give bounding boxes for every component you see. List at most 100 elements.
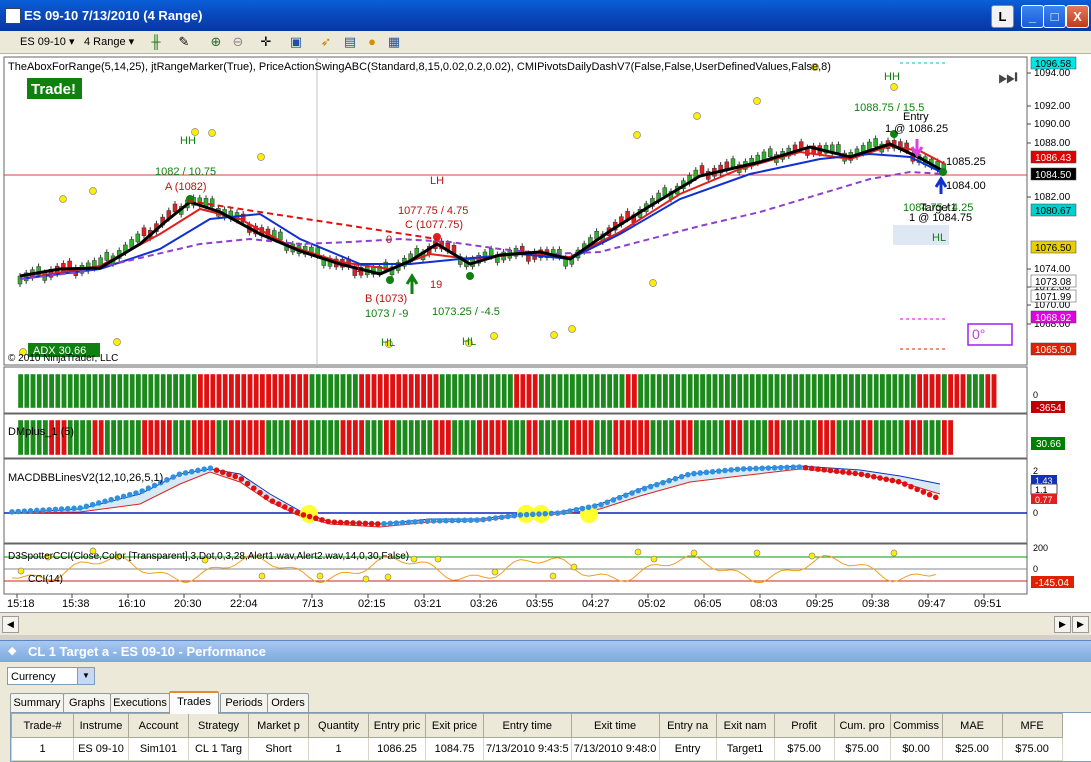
properties-icon[interactable]: ▣ [288,34,304,50]
signal-bar [879,373,886,409]
skip-to-end-icon[interactable]: ⏭ [998,64,1018,89]
table-row[interactable]: 1 ES 09-10 Sim101 CL 1 Targ Short 1 1086.25 108… [11,737,1063,761]
chart-area[interactable]: TheAboxForRange(5,14,25), jtRangeMarker(… [0,54,1091,612]
trades-grid[interactable]: Trade-# Instrume Account Strategy Market p Qu… [10,712,1091,762]
signal-bar [662,373,669,409]
tab-orders[interactable]: Orders [267,693,309,712]
column-header[interactable]: Account [128,713,189,738]
label-hl-value: 1073.25 / -4.5 [432,306,500,318]
signal-bar [898,373,904,409]
pencil-icon[interactable]: ✎ [176,34,192,50]
signal-bar [346,419,353,456]
window-title-bar[interactable]: ES 09-10 7/13/2010 (4 Range) L _ □ X [0,0,1091,31]
signal-bar [253,373,260,409]
macd-dot [437,518,443,524]
window-title: ES 09-10 7/13/2010 (4 Range) [24,8,203,23]
label-hl: HL [462,336,476,348]
interval-selector[interactable]: 4 Range ▾ [84,34,134,50]
chart-svg[interactable]: TheAboxForRange(5,14,25), jtRangeMarker(… [0,54,1091,612]
tab-graphs[interactable]: Graphs [63,693,111,712]
data-box-icon[interactable]: ▦ [386,34,402,50]
signal-bar [402,373,408,409]
signal-bar [761,373,768,409]
table-cell: $0.00 [889,737,943,761]
column-header[interactable]: Exit time [570,713,660,738]
signal-bar [991,373,997,409]
table-cell: $75.00 [833,737,891,761]
zoom-out-icon[interactable]: ⊖ [230,34,246,50]
column-header[interactable]: Market p [248,713,309,738]
table-cell: 1084.75 [425,737,484,761]
minimize-button[interactable]: _ [1021,5,1044,28]
panel-3-label: DMplus_1 (5) [8,426,74,438]
column-header[interactable]: Cum. pro [833,713,891,738]
column-header[interactable]: Trade-# [11,713,74,738]
signal-bar [687,373,693,409]
column-header[interactable]: Quantity [308,713,369,738]
dollar-icon[interactable]: ● [364,34,380,50]
tab-periods[interactable]: Periods [220,693,268,712]
signal-bar [631,373,638,409]
column-header[interactable]: Exit nam [715,713,775,738]
column-header[interactable]: MFE [1001,713,1063,738]
signal-bar [240,373,247,409]
price-bar [836,144,841,153]
column-header[interactable]: Entry time [483,713,572,738]
macd-dot [313,515,319,522]
column-header[interactable]: Entry na [658,713,717,738]
signal-bar [191,419,198,456]
scroll-right-icon[interactable]: ▶ [1054,616,1071,633]
maximize-button[interactable]: □ [1043,5,1066,28]
column-header[interactable]: Strategy [188,713,249,738]
performance-title-bar[interactable]: ◆ CL 1 Target a - ES 09-10 - Performance [0,640,1091,663]
tab-summary[interactable]: Summary [10,693,64,712]
macd-dot [802,464,809,471]
signal-bar [892,373,898,409]
close-button[interactable]: X [1066,5,1089,28]
chevron-down-icon[interactable]: ▼ [77,668,94,684]
column-header[interactable]: Entry pric [368,713,426,738]
signal-bar [861,419,867,456]
strategy-icon[interactable]: ➶ [318,34,334,50]
scroll-left-icon[interactable]: ◀ [2,616,19,633]
macd-dot [275,501,282,507]
column-header[interactable]: Instrume [73,713,129,738]
signal-bar [321,419,328,456]
crosshair-icon[interactable]: ✛ [258,34,274,50]
currency-select[interactable]: Currency ▼ [7,667,95,685]
table-header: Trade-# Instrume Account Strategy Market p Qu… [11,713,1063,738]
scroll-end-icon[interactable]: ▶ [1072,616,1089,633]
signal-bar [582,419,588,456]
chart-style-icon[interactable]: ╫ [148,34,164,50]
chart-scrollbar[interactable]: ◀ ▶ ▶ [0,612,1091,635]
signal-bar [495,419,501,456]
zoom-in-icon[interactable]: ⊕ [208,34,224,50]
signal-bar [768,419,774,456]
tab-trades[interactable]: Trades [169,691,219,714]
tab-executions[interactable]: Executions [110,693,170,712]
swing-dot [113,338,121,346]
instrument-selector[interactable]: ES 09-10 ▾ [20,34,74,50]
signal-bar [222,419,229,456]
signal-bar [644,419,650,456]
macd-dot [176,471,183,478]
signal-bar [427,373,433,409]
indicators-icon[interactable]: ▤ [342,34,358,50]
column-header[interactable]: MAE [941,713,1003,738]
signal-bar [786,419,793,456]
signal-bar [172,419,179,456]
column-header[interactable]: Exit price [425,713,484,738]
time-axis[interactable]: 15:18 15:38 16:10 20:30 22:04 7/13 02:15 03:21 0… [7,594,1002,610]
signal-bar [637,419,644,456]
signal-bar [761,419,768,456]
swing-dot [59,195,67,203]
macd-dot [784,464,790,471]
column-header[interactable]: Profit [773,713,835,738]
trades-table: Trade-# Instrume Account Strategy Market p Qu… [11,713,1063,761]
signal-bar [48,373,55,409]
column-header[interactable]: Commiss [889,713,943,738]
signal-bar [582,373,588,409]
macd-dot [77,505,83,511]
link-button[interactable]: L [991,5,1014,28]
signal-bar [278,373,284,409]
